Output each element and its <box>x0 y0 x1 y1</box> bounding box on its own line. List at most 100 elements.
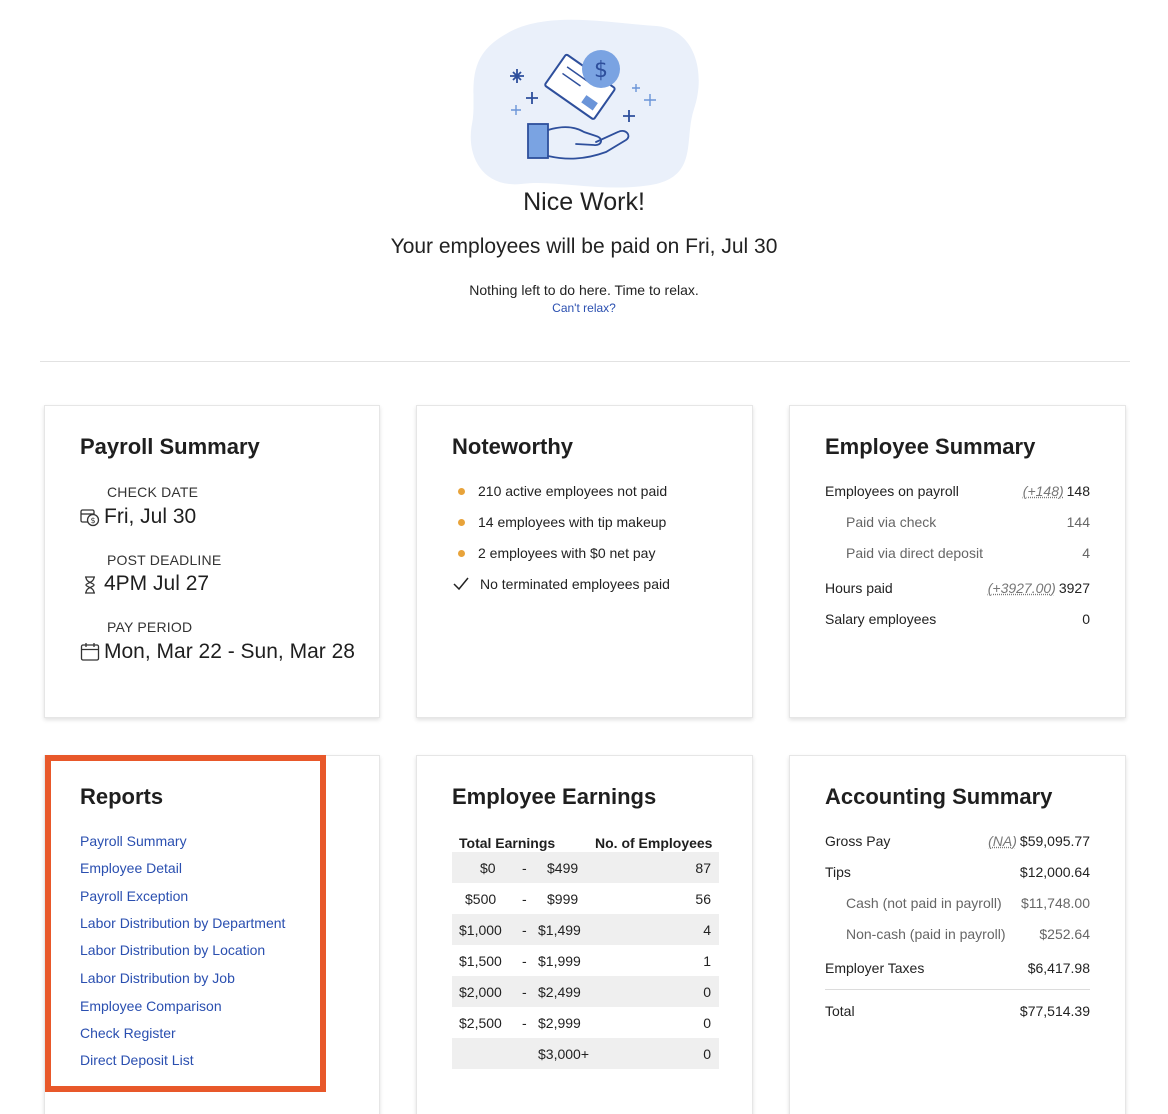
svg-text:$: $ <box>90 516 95 525</box>
table-row: $2,500 - $2,999 0 <box>452 1007 719 1038</box>
row-delta: (+3927.00) <box>988 580 1056 596</box>
section-divider <box>40 361 1130 362</box>
range-sep: - <box>522 1015 527 1031</box>
table-row: $0 - $499 87 <box>452 852 719 883</box>
range-from: $0 <box>480 860 496 876</box>
row-value: $59,095.77 <box>1020 833 1090 849</box>
row-value: $252.64 <box>1039 926 1090 942</box>
range-sep: - <box>522 922 527 938</box>
range-from: $2,000 <box>459 984 502 1000</box>
accounting-summary-title: Accounting Summary <box>825 784 1052 810</box>
employee-count: 0 <box>703 984 711 1000</box>
row-delta: (NA) <box>988 833 1017 849</box>
row-value: $11,748.00 <box>1021 895 1090 911</box>
paid-via-check-row: Paid via check 144 <box>846 514 1090 530</box>
noteworthy-item-text: 14 employees with tip makeup <box>478 514 666 530</box>
post-deadline-label: POST DEADLINE <box>107 552 221 568</box>
row-value: 0 <box>1082 611 1090 627</box>
range-sep: - <box>522 860 527 876</box>
warning-dot-icon <box>458 550 465 557</box>
row-value: 148 <box>1067 483 1090 499</box>
accounting-summary-card: Accounting Summary Gross Pay (NA) $59,095… <box>789 755 1126 1114</box>
range-sep: - <box>522 891 527 907</box>
range-to: $499 <box>547 860 578 876</box>
total-earnings-header: Total Earnings <box>459 835 555 851</box>
range-from: $500 <box>465 891 496 907</box>
employee-count-header: No. of Employees <box>595 835 712 851</box>
row-label: Non-cash (paid in payroll) <box>846 926 1006 942</box>
hero-title: Nice Work! <box>0 188 1168 217</box>
check-date-label: CHECK DATE <box>107 484 198 500</box>
row-value: 4 <box>1082 545 1090 561</box>
range-to: $3,000+ <box>538 1046 589 1062</box>
table-row: $3,000+ 0 <box>452 1038 719 1069</box>
hours-paid-row: Hours paid (+3927.00) 3927 <box>825 580 1090 596</box>
range-to: $2,499 <box>538 984 581 1000</box>
gross-pay-row: Gross Pay (NA) $59,095.77 <box>825 833 1090 849</box>
employee-earnings-title: Employee Earnings <box>452 784 656 810</box>
total-row: Total $77,514.39 <box>825 1003 1090 1019</box>
svg-text:$: $ <box>594 58 608 83</box>
employee-count: 0 <box>703 1046 711 1062</box>
row-value: 144 <box>1067 514 1090 530</box>
employee-count: 4 <box>703 922 711 938</box>
cash-tips-row: Cash (not paid in payroll) $11,748.00 <box>846 895 1090 911</box>
hand-with-check-and-dollar-icon: $ <box>466 14 702 188</box>
checkmark-icon <box>452 575 470 593</box>
range-to: $999 <box>547 891 578 907</box>
noteworthy-item: 210 active employees not paid <box>452 483 667 499</box>
payroll-summary-title: Payroll Summary <box>80 434 260 460</box>
post-deadline-value: 4PM Jul 27 <box>104 572 209 596</box>
row-label: Employees on payroll <box>825 483 959 499</box>
table-row: $2,000 - $2,499 0 <box>452 976 719 1007</box>
employee-summary-card: Employee Summary Employees on payroll (+… <box>789 405 1126 718</box>
noteworthy-item: 2 employees with $0 net pay <box>452 545 655 561</box>
row-label: Employer Taxes <box>825 960 924 976</box>
row-label: Salary employees <box>825 611 936 627</box>
paid-via-direct-deposit-row: Paid via direct deposit 4 <box>846 545 1090 561</box>
row-value: 3927 <box>1059 580 1090 596</box>
noncash-tips-row: Non-cash (paid in payroll) $252.64 <box>846 926 1090 942</box>
calendar-icon <box>80 642 100 662</box>
payroll-summary-card: Payroll Summary CHECK DATE $ Fri, Jul 30… <box>44 405 380 718</box>
range-from: $1,000 <box>459 922 502 938</box>
employee-count: 87 <box>695 860 711 876</box>
hero-note: Nothing left to do here. Time to relax. <box>0 282 1168 298</box>
employee-count: 1 <box>703 953 711 969</box>
employee-count: 56 <box>695 891 711 907</box>
employees-on-payroll-row: Employees on payroll (+148) 148 <box>825 483 1090 499</box>
range-sep: - <box>522 953 527 969</box>
noteworthy-item-text: 2 employees with $0 net pay <box>478 545 655 561</box>
row-label: Tips <box>825 864 851 880</box>
pay-period-label: PAY PERIOD <box>107 619 192 635</box>
row-delta: (+148) <box>1023 483 1064 499</box>
table-row: $1,000 - $1,499 4 <box>452 914 719 945</box>
noteworthy-title: Noteworthy <box>452 434 573 460</box>
employee-count: 0 <box>703 1015 711 1031</box>
range-to: $2,999 <box>538 1015 581 1031</box>
reports-highlight-box <box>45 755 326 1092</box>
row-label: Total <box>825 1003 855 1019</box>
table-row: $1,500 - $1,999 1 <box>452 945 719 976</box>
row-value: $12,000.64 <box>1020 864 1090 880</box>
cant-relax-link[interactable]: Can't relax? <box>0 301 1168 315</box>
check-date-value: Fri, Jul 30 <box>104 505 196 529</box>
confirmation-hero: $ Nice Work! Your employees will be paid… <box>0 0 1168 362</box>
range-to: $1,999 <box>538 953 581 969</box>
employee-summary-title: Employee Summary <box>825 434 1035 460</box>
row-value: $6,417.98 <box>1028 960 1090 976</box>
employee-earnings-card: Employee Earnings Total Earnings No. of … <box>416 755 753 1114</box>
range-sep: - <box>522 984 527 1000</box>
warning-dot-icon <box>458 488 465 495</box>
tips-row: Tips $12,000.64 <box>825 864 1090 880</box>
total-divider <box>825 989 1090 990</box>
range-to: $1,499 <box>538 922 581 938</box>
table-row: $500 - $999 56 <box>452 883 719 914</box>
employer-taxes-row: Employer Taxes $6,417.98 <box>825 960 1090 976</box>
range-from: $2,500 <box>459 1015 502 1031</box>
salary-employees-row: Salary employees 0 <box>825 611 1090 627</box>
noteworthy-item: 14 employees with tip makeup <box>452 514 666 530</box>
pay-period-value: Mon, Mar 22 - Sun, Mar 28 <box>104 640 355 664</box>
hero-subtitle: Your employees will be paid on Fri, Jul … <box>0 235 1168 259</box>
check-date-icon: $ <box>80 507 100 527</box>
